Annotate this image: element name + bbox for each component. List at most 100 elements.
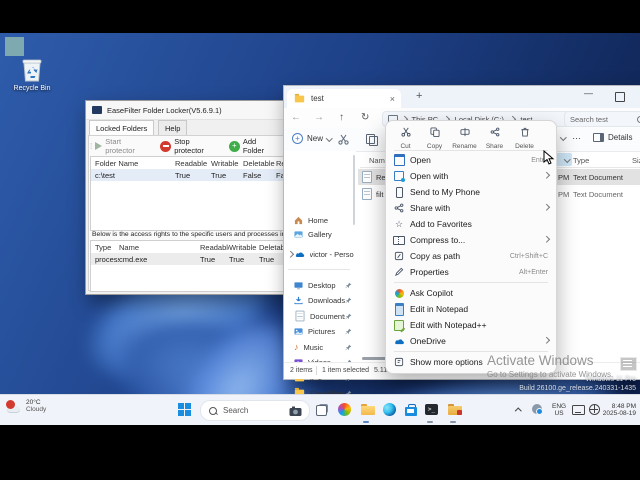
- sidebar-separator: [288, 269, 350, 270]
- taskbar: 20°C Cloudy Search >_ ENG US 8:48 PM 202…: [0, 394, 640, 425]
- sidebar-item-home[interactable]: Home: [286, 213, 354, 227]
- recycle-bin-glyph: [22, 59, 42, 82]
- explorer-tab-test[interactable]: test ×: [287, 89, 401, 108]
- show-more-icon: [390, 357, 408, 367]
- task-view-button[interactable]: [313, 401, 330, 418]
- new-button[interactable]: + New: [292, 133, 333, 144]
- search-box[interactable]: Search test: [564, 111, 640, 127]
- sidebar-item-music[interactable]: ♪ Music: [286, 340, 354, 354]
- quick-cut-button[interactable]: Cut: [391, 124, 420, 150]
- chevron-down-icon: [560, 134, 567, 141]
- tab-locked-folders[interactable]: Locked Folders: [89, 120, 155, 136]
- rename-icon: [459, 127, 470, 137]
- easefilter-title: EaseFilter Folder Locker(V5.6.9.1): [107, 106, 222, 115]
- details-button[interactable]: Details: [593, 133, 632, 142]
- task-view-icon: [315, 403, 328, 416]
- new-plus-icon: +: [292, 133, 303, 144]
- menu-item-edit-notepadpp[interactable]: Edit with Notepad++: [390, 317, 552, 333]
- menu-item-properties[interactable]: Properties Alt+Enter: [390, 264, 552, 280]
- tab-help[interactable]: Help: [158, 120, 188, 136]
- menu-lines-icon: [623, 360, 632, 361]
- open-with-icon: [390, 171, 408, 182]
- add-folder-button[interactable]: + Add Folder: [228, 137, 279, 155]
- start-button[interactable]: [176, 401, 193, 418]
- sidebar-item-onedrive[interactable]: victor - Persona: [286, 247, 354, 261]
- overlay-menu-button[interactable]: [620, 357, 637, 371]
- sidebar-item-documents[interactable]: Documents: [286, 309, 354, 323]
- details-pane-icon: [593, 133, 604, 142]
- maximize-button[interactable]: [615, 92, 625, 102]
- stop-protector-button[interactable]: Stop protector: [160, 137, 221, 155]
- quick-copy-button[interactable]: Copy: [420, 124, 449, 150]
- up-icon[interactable]: ↑: [339, 112, 344, 123]
- windows-logo-icon: [178, 403, 191, 416]
- touch-keyboard-icon[interactable]: [572, 405, 585, 415]
- menu-item-onedrive[interactable]: OneDrive: [390, 333, 552, 349]
- sidebar-item-desktop[interactable]: Desktop: [286, 278, 354, 292]
- terminal-button[interactable]: >_: [423, 401, 440, 418]
- text-file-icon: [362, 171, 372, 183]
- menu-item-send-phone[interactable]: Send to My Phone: [390, 184, 552, 200]
- pin-icon: [345, 282, 352, 288]
- status-divider: [316, 366, 317, 375]
- pin-icon: [345, 297, 352, 303]
- weather-widget[interactable]: 20°C Cloudy: [6, 399, 46, 414]
- sidebar-item-gallery[interactable]: Gallery: [286, 227, 354, 241]
- menu-item-open-with[interactable]: Open with: [390, 168, 552, 184]
- quick-delete-button[interactable]: Delete: [510, 124, 539, 150]
- taskbar-search[interactable]: Search: [200, 400, 310, 421]
- tray-security-icon[interactable]: [532, 404, 543, 415]
- quick-share-button[interactable]: Share: [480, 124, 509, 150]
- notepadpp-icon: [390, 319, 408, 333]
- store-button[interactable]: [402, 401, 419, 418]
- music-icon: ♪: [294, 341, 299, 352]
- copilot-button[interactable]: [336, 401, 353, 418]
- tray-expand-icon[interactable]: [515, 408, 522, 415]
- pin-icon: [345, 313, 352, 319]
- sidebar-scrollbar[interactable]: [353, 155, 355, 225]
- copy-icon-back: [369, 136, 378, 146]
- more-options-icon[interactable]: …: [572, 131, 582, 141]
- menu-item-copy-path[interactable]: Copy as path Ctrl+Shift+C: [390, 248, 552, 264]
- sidebar-item-downloads[interactable]: Downloads: [286, 293, 354, 307]
- submenu-chevron-icon: [542, 204, 549, 211]
- quick-rename-button[interactable]: Rename: [450, 124, 479, 150]
- sidebar-item-pictures[interactable]: Pictures: [286, 324, 354, 338]
- forward-icon[interactable]: →: [314, 112, 324, 123]
- expand-chevron-icon[interactable]: [287, 250, 294, 258]
- menu-item-ask-copilot[interactable]: Ask Copilot: [390, 285, 552, 301]
- edge-button[interactable]: [381, 401, 398, 418]
- clock[interactable]: 8:48 PM 2025-08-19: [603, 403, 636, 418]
- folder-icon: [294, 93, 305, 102]
- back-icon[interactable]: ←: [291, 112, 301, 123]
- weather-condition: Cloudy: [26, 406, 47, 414]
- edge-icon: [383, 403, 396, 416]
- text-file-icon: [362, 188, 372, 200]
- open-indicator: [450, 421, 456, 423]
- file-explorer-icon: [360, 404, 375, 415]
- menu-item-add-favorites[interactable]: ☆ Add to Favorites: [390, 216, 552, 232]
- tab-close-icon[interactable]: ×: [390, 94, 395, 104]
- search-input[interactable]: Search test: [570, 115, 608, 124]
- camera-icon[interactable]: [289, 406, 302, 416]
- new-tab-button[interactable]: +: [416, 90, 422, 102]
- refresh-icon[interactable]: ↻: [361, 112, 369, 123]
- start-protector-button[interactable]: Start protector: [95, 137, 152, 155]
- cut-icon[interactable]: [338, 134, 349, 145]
- minimize-button[interactable]: —: [584, 88, 593, 98]
- file-explorer-button[interactable]: [359, 401, 376, 418]
- star-icon: ☆: [394, 218, 404, 229]
- copy-icon: [429, 127, 440, 137]
- menu-item-compress[interactable]: Compress to...: [390, 232, 552, 248]
- menu-item-share-with[interactable]: Share with: [390, 200, 552, 216]
- submenu-chevron-icon: [542, 172, 549, 179]
- pictures-icon: [294, 327, 303, 335]
- recycle-bin-icon[interactable]: Recycle Bin: [4, 57, 60, 101]
- menu-item-open[interactable]: Open Enter: [390, 152, 552, 168]
- search-icon: [209, 406, 218, 415]
- network-icon[interactable]: [589, 404, 600, 415]
- menu-item-edit-notepad[interactable]: Edit in Notepad: [390, 301, 552, 317]
- easefilter-app-button[interactable]: [446, 401, 463, 418]
- downloads-icon: [294, 296, 303, 304]
- language-indicator[interactable]: ENG US: [552, 403, 566, 418]
